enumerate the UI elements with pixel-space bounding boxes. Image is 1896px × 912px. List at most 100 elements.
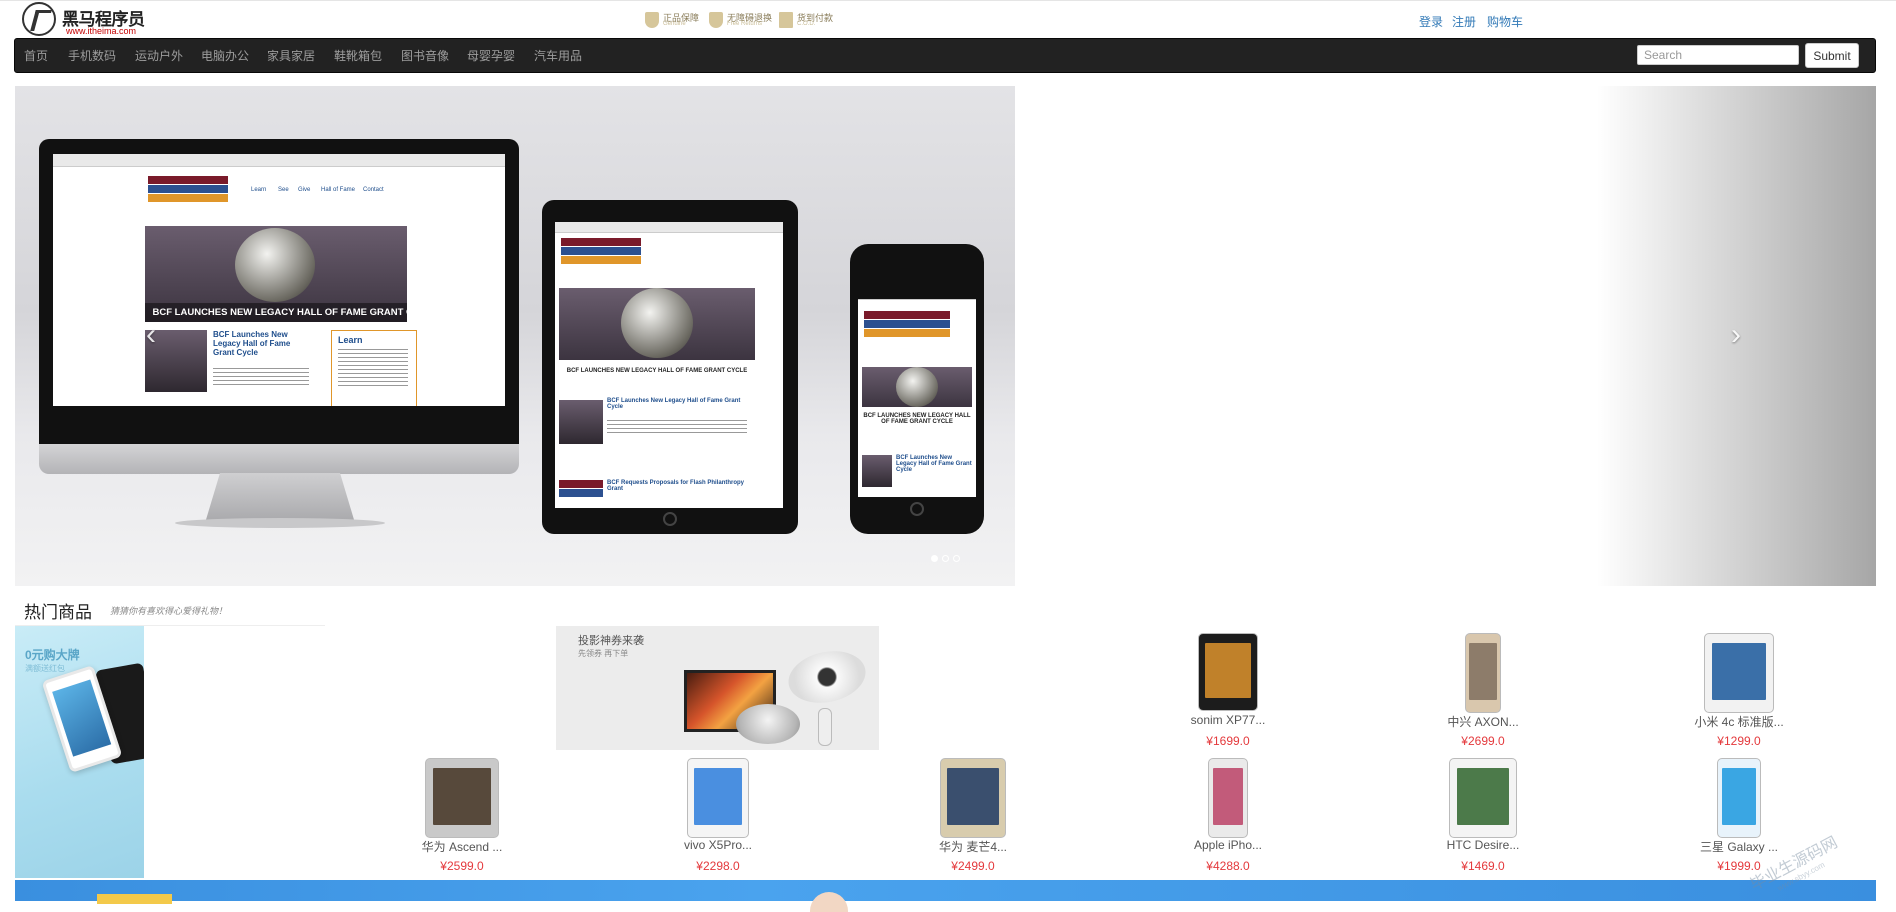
shield-icon [709, 12, 723, 28]
site-nav-item: Hall of Fame [321, 187, 356, 193]
carousel-indicator[interactable] [953, 555, 960, 562]
site-hero [559, 288, 755, 360]
nav-computer-office[interactable]: 电脑办公 [201, 47, 249, 64]
search-input[interactable] [1637, 45, 1799, 65]
banner-decoration [810, 892, 848, 912]
learn-box: Learn [331, 330, 417, 406]
projector-image [783, 644, 871, 710]
product-image[interactable] [1704, 633, 1774, 713]
login-link[interactable]: 登录 [1419, 13, 1443, 30]
product-name[interactable]: 小米 4c 标准版... [1659, 713, 1819, 730]
award-icon [621, 288, 693, 358]
product-price: ¥2499.0 [951, 859, 995, 873]
monitor-foot [175, 518, 385, 528]
badge-subtitle: C.O.D. [797, 21, 816, 27]
nav-auto-supplies[interactable]: 汽车用品 [534, 47, 582, 64]
carousel-indicator[interactable] [942, 555, 949, 562]
bcf-logo-small [559, 480, 603, 497]
horse-logo-icon [22, 2, 56, 36]
promo-banner-left[interactable]: 0元购大牌 满额送红包 [15, 626, 144, 878]
carousel-slide: Learn See Give Hall of Fame Contact BCF … [15, 86, 1015, 586]
promo-subtitle: 满额送红包 [25, 664, 65, 673]
register-link[interactable]: 注册 [1452, 13, 1476, 30]
article-thumbnail [862, 455, 892, 487]
hero-headline: BCF LAUNCHES NEW LEGACY HALL OF FAME GRA… [152, 307, 407, 318]
product-card[interactable]: 小米 4c 标准版... ¥1299.0 [1659, 626, 1819, 748]
product-price: ¥2298.0 [696, 859, 740, 873]
product-card[interactable]: 华为 麦芒4... ¥2499.0 [893, 751, 1053, 873]
bottom-promo-banner[interactable] [15, 880, 1876, 912]
promo-title: 投影神券来袭 [578, 635, 644, 647]
product-price: ¥2699.0 [1461, 734, 1505, 748]
shield-icon [645, 12, 659, 28]
banner-decoration [97, 894, 172, 904]
product-card[interactable]: vivo X5Pro... ¥2298.0 [638, 751, 798, 873]
product-image[interactable] [687, 758, 749, 838]
logo-url: www.itheima.com [66, 26, 137, 36]
article-thumbnail [559, 400, 603, 444]
product-card[interactable]: HTC Desire... ¥1469.0 [1403, 751, 1563, 873]
bcf-logo [148, 176, 228, 202]
product-name[interactable]: 华为 Ascend ... [382, 838, 542, 855]
site-nav-item: Contact [363, 187, 384, 193]
carousel-indicator[interactable] [931, 555, 938, 562]
bcf-logo [864, 311, 950, 337]
nav-books-media[interactable]: 图书音像 [401, 47, 449, 64]
nav-furniture-home[interactable]: 家具家居 [267, 47, 315, 64]
product-image[interactable] [1198, 633, 1258, 711]
monitor-stand [205, 473, 355, 523]
product-image[interactable] [425, 758, 499, 838]
product-image[interactable] [1465, 633, 1501, 713]
cart-link[interactable]: 购物车 [1487, 13, 1523, 30]
hero-headline: BCF LAUNCHES NEW LEGACY HALL OF FAME GRA… [863, 413, 971, 425]
nav-mother-baby[interactable]: 母婴孕婴 [467, 47, 515, 64]
promo-title: 0元购大牌 [25, 648, 80, 662]
nav-shoes-bags[interactable]: 鞋靴箱包 [334, 47, 382, 64]
monitor-chin [39, 444, 519, 474]
product-image[interactable] [1717, 758, 1761, 838]
site-nav-item: Give [298, 187, 311, 193]
site-hero: BCF LAUNCHES NEW LEGACY HALL OF FAME GRA… [145, 226, 407, 322]
carousel-prev-icon[interactable]: ‹ [146, 318, 156, 352]
top-divider [0, 0, 1896, 1]
phone-home-button [910, 502, 924, 516]
browser-bar [53, 154, 505, 167]
product-card[interactable]: sonim XP77... ¥1699.0 [1148, 626, 1308, 748]
award-icon [896, 367, 938, 407]
product-image[interactable] [1208, 758, 1248, 838]
article-body [607, 420, 747, 436]
article-title: BCF Launches New Legacy Hall of Fame Gra… [607, 398, 741, 410]
product-card[interactable]: Apple iPho... ¥4288.0 [1148, 751, 1308, 873]
product-image[interactable] [940, 758, 1006, 838]
product-price: ¥4288.0 [1206, 859, 1250, 873]
hero-headline: BCF LAUNCHES NEW LEGACY HALL OF FAME GRA… [566, 368, 748, 374]
learn-heading: Learn [338, 335, 363, 345]
nav-home[interactable]: 首页 [24, 47, 48, 64]
site-nav-item: Learn [251, 187, 267, 193]
product-name[interactable]: Apple iPho... [1148, 838, 1308, 852]
hero-carousel: Learn See Give Hall of Fame Contact BCF … [15, 86, 1876, 586]
product-name[interactable]: sonim XP77... [1148, 713, 1308, 727]
phone-screen: BCF LAUNCHES NEW LEGACY HALL OF FAME GRA… [858, 289, 976, 497]
product-image[interactable] [1449, 758, 1517, 838]
nav-sports-outdoor[interactable]: 运动户外 [135, 47, 183, 64]
article-title: BCF Launches New Legacy Hall of Fame Gra… [896, 455, 972, 473]
nav-phones-digital[interactable]: 手机数码 [68, 47, 116, 64]
product-price: ¥1469.0 [1461, 859, 1505, 873]
promo-banner-projector[interactable]: 投影神券来袭 先领券 再下单 [556, 626, 879, 750]
product-card[interactable]: 中兴 AXON... ¥2699.0 [1403, 626, 1563, 748]
product-name[interactable]: 华为 麦芒4... [893, 838, 1053, 855]
product-name[interactable]: HTC Desire... [1403, 838, 1563, 852]
product-name[interactable]: 中兴 AXON... [1403, 713, 1563, 730]
carousel-next-icon[interactable]: › [1731, 318, 1741, 352]
projector-image [736, 704, 800, 744]
desktop-screen: Learn See Give Hall of Fame Contact BCF … [53, 154, 505, 406]
product-name[interactable]: vivo X5Pro... [638, 838, 798, 852]
product-card[interactable]: 华为 Ascend ... ¥2599.0 [382, 751, 542, 873]
search-submit-button[interactable]: Submit [1805, 43, 1859, 68]
article-body [213, 368, 309, 388]
site-logo[interactable]: 黑马程序员 www.itheima.com [22, 2, 152, 36]
site-nav-item: See [278, 187, 289, 193]
article-title: BCF Requests Proposals for Flash Philant… [607, 480, 745, 492]
article-title: BCF Launches New Legacy Hall of Fame Gra… [213, 330, 291, 357]
